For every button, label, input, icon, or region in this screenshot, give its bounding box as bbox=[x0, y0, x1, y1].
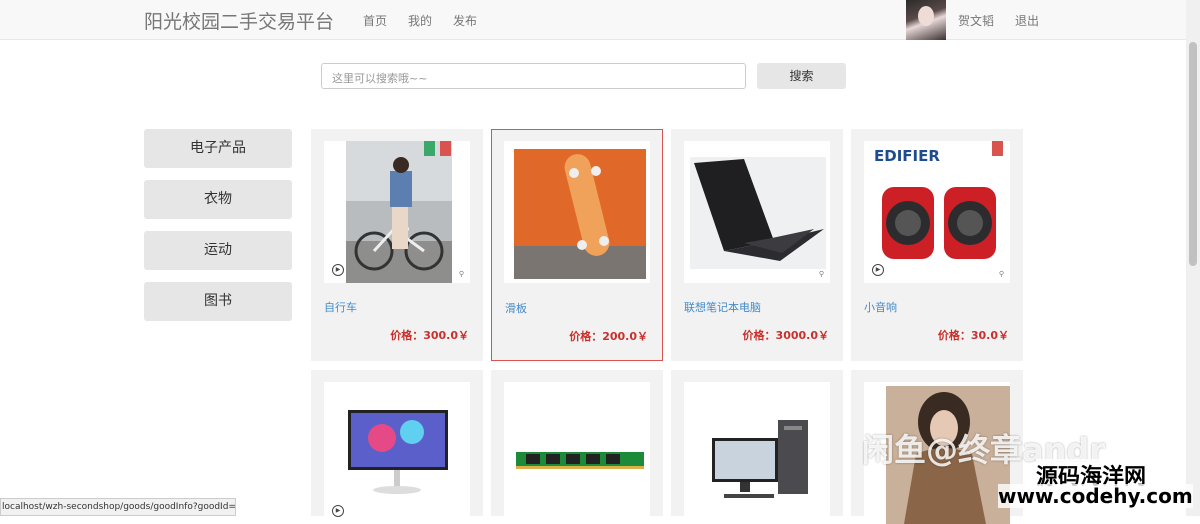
product-card[interactable] bbox=[491, 370, 663, 524]
brand-title[interactable]: 阳光校园二手交易平台 bbox=[144, 7, 334, 34]
bicycle-photo bbox=[346, 141, 452, 283]
product-card[interactable] bbox=[671, 370, 843, 524]
product-card[interactable]: ▶ bbox=[311, 370, 483, 524]
category-books[interactable]: 图书 bbox=[144, 282, 292, 321]
product-price: 价格：200.0￥ bbox=[569, 330, 648, 343]
play-icon[interactable]: ▶ bbox=[332, 264, 344, 276]
search-input[interactable]: 这里可以搜索哦~~ bbox=[321, 63, 746, 89]
scrollbar-thumb[interactable] bbox=[1189, 42, 1197, 266]
desktop-photo bbox=[712, 420, 808, 498]
hot-tag-icon bbox=[992, 141, 1003, 156]
user-avatar[interactable] bbox=[906, 0, 946, 40]
page-scrollbar[interactable] bbox=[1186, 0, 1200, 516]
skateboard-photo bbox=[514, 149, 646, 279]
zoom-icon[interactable]: ⚲ bbox=[999, 270, 1004, 278]
product-price: 价格：30.0￥ bbox=[937, 329, 1009, 342]
product-price: 价格：300.0￥ bbox=[390, 329, 469, 342]
search-button[interactable]: 搜索 bbox=[757, 63, 846, 89]
zoom-icon[interactable]: ⚲ bbox=[639, 270, 644, 278]
speaker-photo: EDIFIER bbox=[874, 147, 996, 259]
category-electronics[interactable]: 电子产品 bbox=[144, 129, 292, 168]
zoom-icon[interactable]: ⚲ bbox=[819, 270, 824, 278]
nav-mine[interactable]: 我的 bbox=[408, 12, 432, 29]
laptop-photo bbox=[690, 157, 826, 269]
product-name[interactable]: 自行车 bbox=[324, 299, 357, 315]
play-icon[interactable]: ▶ bbox=[872, 264, 884, 276]
product-image-monitor[interactable]: ▶ bbox=[324, 382, 470, 524]
product-name[interactable]: 联想笔记本电脑 bbox=[684, 299, 761, 315]
nav-publish[interactable]: 发布 bbox=[453, 12, 477, 29]
product-card[interactable]: ▶ ⚲ 自行车 价格：300.0￥ bbox=[311, 129, 483, 361]
monitor-photo bbox=[348, 410, 448, 494]
product-image-skateboard[interactable]: ⚲ bbox=[504, 141, 650, 283]
top-navbar: 阳光校园二手交易平台 首页 我的 发布 贺文韬 退出 bbox=[0, 0, 1200, 40]
product-image-speaker[interactable]: EDIFIER ▶ ⚲ bbox=[864, 141, 1010, 283]
nav-home[interactable]: 首页 bbox=[363, 12, 387, 29]
product-card[interactable]: ⚲ 联想笔记本电脑 价格：3000.0￥ bbox=[671, 129, 843, 361]
product-image-desktop[interactable] bbox=[684, 382, 830, 524]
username-link[interactable]: 贺文韬 bbox=[958, 12, 994, 29]
product-image-bicycle[interactable]: ▶ ⚲ bbox=[324, 141, 470, 283]
product-name[interactable]: 滑板 bbox=[505, 300, 527, 316]
category-sports[interactable]: 运动 bbox=[144, 231, 292, 270]
status-bar-url: localhost/wzh-secondshop/goods/goodInfo?… bbox=[0, 498, 236, 516]
product-card[interactable]: ⚲ 滑板 价格：200.0￥ bbox=[491, 129, 663, 361]
product-card[interactable]: EDIFIER ▶ ⚲ 小音响 价格：30.0￥ bbox=[851, 129, 1023, 361]
zoom-icon[interactable]: ⚲ bbox=[459, 270, 464, 278]
product-image-ram[interactable] bbox=[504, 382, 650, 524]
ram-photo bbox=[516, 452, 644, 469]
product-name[interactable]: 小音响 bbox=[864, 299, 897, 315]
play-icon[interactable]: ▶ bbox=[332, 505, 344, 517]
product-image-laptop[interactable]: ⚲ bbox=[684, 141, 830, 283]
speaker-brand-text: EDIFIER bbox=[874, 147, 940, 165]
product-price: 价格：3000.0￥ bbox=[742, 329, 829, 342]
new-tag-icon bbox=[424, 141, 435, 156]
logout-link[interactable]: 退出 bbox=[1015, 12, 1039, 29]
category-clothing[interactable]: 衣物 bbox=[144, 180, 292, 219]
hot-tag-icon bbox=[440, 141, 451, 156]
watermark-site-url: www.codehy.com bbox=[998, 484, 1193, 508]
